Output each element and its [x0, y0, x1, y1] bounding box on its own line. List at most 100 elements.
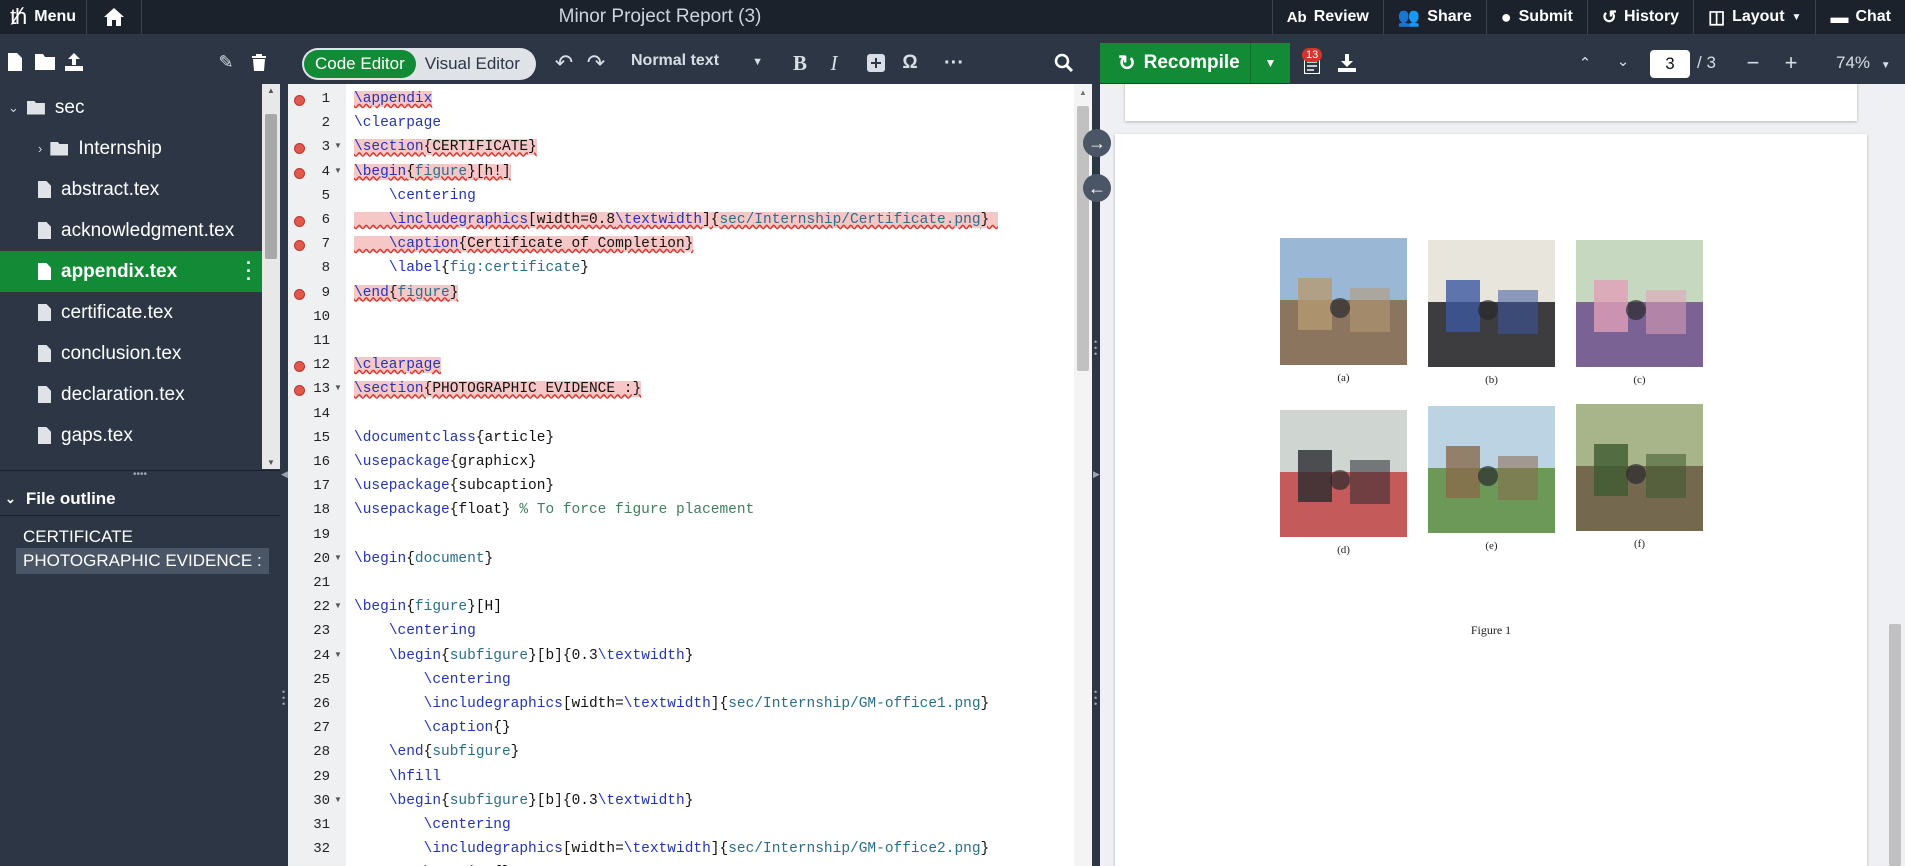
new-folder-icon[interactable] [33, 50, 57, 74]
code-line[interactable]: 13 ▼ \section{PHOTOGRAPHIC EVIDENCE :} [288, 378, 1074, 402]
code-line[interactable]: 29 \hfill [288, 766, 1074, 790]
redo-icon[interactable]: ↷ [583, 50, 609, 75]
pdf-scrollbar[interactable] [1885, 84, 1905, 866]
code-line[interactable]: 18 \usepackage{float} % To force figure p… [288, 499, 1074, 523]
error-marker-icon[interactable] [294, 361, 305, 373]
next-page-icon[interactable]: ⌄ [1611, 49, 1635, 73]
error-marker-icon[interactable] [294, 216, 305, 227]
visual-editor-tab[interactable]: Visual Editor [416, 54, 529, 74]
topbar-layout-button[interactable]: ◫ Layout ▼ [1693, 0, 1815, 34]
text-style-select[interactable]: Normal text ▼ [631, 52, 763, 70]
recompile-button[interactable]: ↻ Recompile ▼ [1100, 43, 1290, 83]
error-marker-icon[interactable] [294, 95, 305, 106]
code-line[interactable]: 16 \usepackage{graphicx} [288, 451, 1074, 475]
zoom-select[interactable]: 74% ▼ [1836, 53, 1891, 73]
code-line[interactable]: 21 [288, 572, 1074, 596]
file-tree-item-certificate-tex[interactable]: certificate.tex [0, 292, 262, 333]
chevron-down-icon[interactable]: ⌄ [8, 100, 19, 116]
italic-icon[interactable]: I [822, 51, 846, 75]
topbar-share-button[interactable]: 👥 Share [1382, 0, 1486, 34]
code-line[interactable]: 23 \centering [288, 620, 1074, 644]
code-line[interactable]: 15 \documentclass{article} [288, 427, 1074, 451]
fold-arrow-icon[interactable]: ▼ [334, 166, 342, 175]
editor-mode-toggle[interactable]: Code Editor Visual Editor [302, 48, 536, 80]
topbar-history-button[interactable]: ↺ History [1586, 0, 1693, 34]
recompile-options-dropdown[interactable]: ▼ [1250, 43, 1290, 83]
file-tree-item-declaration-tex[interactable]: declaration.tex [0, 374, 262, 415]
code-line[interactable]: 31 \centering [288, 814, 1074, 838]
search-icon[interactable] [1052, 51, 1076, 75]
error-marker-icon[interactable] [294, 240, 305, 252]
omega-symbol-icon[interactable]: Ω [898, 51, 922, 75]
error-marker-icon[interactable] [294, 288, 305, 300]
code-line[interactable]: 10 [288, 306, 1074, 330]
code-line[interactable]: 19 [288, 524, 1074, 548]
outline-item-photographic-evidence[interactable]: PHOTOGRAPHIC EVIDENCE : [16, 548, 269, 574]
code-line[interactable]: 14 [288, 403, 1074, 427]
code-line[interactable]: 33 \caption{} [288, 862, 1074, 866]
zoom-out-icon[interactable]: − [1741, 50, 1765, 75]
code-line[interactable]: 24 ▼ \begin{subfigure}[b]{0.3\textwidth} [288, 645, 1074, 669]
file-tree-item-gaps-tex[interactable]: gaps.tex [0, 415, 262, 456]
error-marker-icon[interactable] [294, 143, 305, 155]
code-line[interactable]: 25 \centering [288, 669, 1074, 693]
delete-trash-icon[interactable] [247, 50, 271, 74]
insert-math-icon[interactable] [864, 51, 888, 75]
code-line[interactable]: 17 \usepackage{subcaption} [288, 475, 1074, 499]
topbar-chat-button[interactable]: ▬ Chat [1815, 0, 1905, 34]
bold-icon[interactable]: B [788, 51, 812, 75]
rename-pencil-icon[interactable]: ✎ [214, 50, 238, 74]
code-line[interactable]: 26 \includegraphics[width=\textwidth]{se… [288, 693, 1074, 717]
sidebar-resize-handle[interactable]: •••• [0, 470, 280, 482]
outline-item-certificate[interactable]: CERTIFICATE [16, 524, 140, 550]
error-marker-icon[interactable] [294, 385, 305, 397]
fold-arrow-icon[interactable]: ▼ [334, 650, 342, 659]
fold-arrow-icon[interactable]: ▼ [334, 601, 342, 610]
file-tree-item-conclusion-tex[interactable]: conclusion.tex [0, 333, 262, 374]
code-line[interactable]: 22 ▼ \begin{figure}[H] [288, 596, 1074, 620]
code-line[interactable]: 3 ▼ \section{CERTIFICATE} [288, 136, 1074, 160]
download-pdf-icon[interactable] [1335, 51, 1359, 75]
file-tree-item-internship[interactable]: › Internship [0, 128, 262, 169]
code-line[interactable]: 5 \centering [288, 185, 1074, 209]
code-line[interactable]: 32 \includegraphics[width=\textwidth]{se… [288, 838, 1074, 862]
chevron-right-icon[interactable]: › [38, 141, 42, 156]
upload-icon[interactable] [62, 50, 86, 74]
editor-scrollbar[interactable]: ▲ [1074, 84, 1092, 866]
code-line[interactable]: 8 \label{fig:certificate} [288, 257, 1074, 281]
file-tree-item-sec[interactable]: ⌄ sec [0, 87, 262, 128]
code-editor-tab[interactable]: Code Editor [304, 50, 416, 78]
new-file-icon[interactable] [4, 50, 26, 74]
code-line[interactable]: 1 \appendix [288, 88, 1074, 112]
code-line[interactable]: 2 \clearpage [288, 112, 1074, 136]
code-line[interactable]: 4 ▼ \begin{figure}[h!] [288, 161, 1074, 185]
fold-arrow-icon[interactable]: ▼ [334, 553, 342, 562]
file-menu-kebab-icon[interactable]: · · · [246, 254, 252, 288]
error-marker-icon[interactable] [294, 167, 305, 179]
code-line[interactable]: 7 \caption{Certificate of Completion} [288, 233, 1074, 257]
code-line[interactable]: 9 \end{figure} [288, 282, 1074, 306]
code-line[interactable]: 20 ▼ \begin{document} [288, 548, 1074, 572]
topbar-submit-button[interactable]: ● Submit [1485, 0, 1587, 34]
fold-arrow-icon[interactable]: ▼ [334, 795, 342, 804]
zoom-in-icon[interactable]: + [1779, 50, 1803, 75]
code-line[interactable]: 28 \end{subfigure} [288, 741, 1074, 765]
file-tree-item-appendix-tex[interactable]: appendix.tex · · · [0, 251, 262, 292]
pdf-preview[interactable]: (a) (b) (c) (d) (e) (f) Figure 1 [1100, 84, 1905, 866]
file-tree-item-abstract-tex[interactable]: abstract.tex [0, 169, 262, 210]
file-tree-item-acknowledgment-tex[interactable]: acknowledgment.tex [0, 210, 262, 251]
sync-to-code-arrow-icon[interactable]: ← [1083, 174, 1111, 202]
sync-to-pdf-arrow-icon[interactable]: → [1083, 129, 1111, 157]
previous-page-icon[interactable]: ⌃ [1573, 51, 1597, 75]
file-outline-header[interactable]: ⌄ File outline [0, 482, 280, 516]
sidebar-splitter[interactable]: ◀ • • • [280, 84, 288, 866]
fold-arrow-icon[interactable]: ▼ [334, 141, 342, 150]
undo-icon[interactable]: ↶ [551, 50, 577, 75]
code-line[interactable]: 12 \clearpage [288, 354, 1074, 378]
file-tree-scrollbar[interactable]: ▲ ▼ [262, 84, 280, 469]
code-line[interactable]: 27 \caption{} [288, 717, 1074, 741]
code-line[interactable]: 6 \includegraphics[width=0.8\textwidth]{… [288, 209, 1074, 233]
code-editor[interactable]: 1 \appendix 2 \clearpage 3 ▼ \section{CERTIFIC… [288, 84, 1074, 866]
code-line[interactable]: 30 ▼ \begin{subfigure}[b]{0.3\textwidth} [288, 790, 1074, 814]
code-line[interactable]: 11 [288, 330, 1074, 354]
